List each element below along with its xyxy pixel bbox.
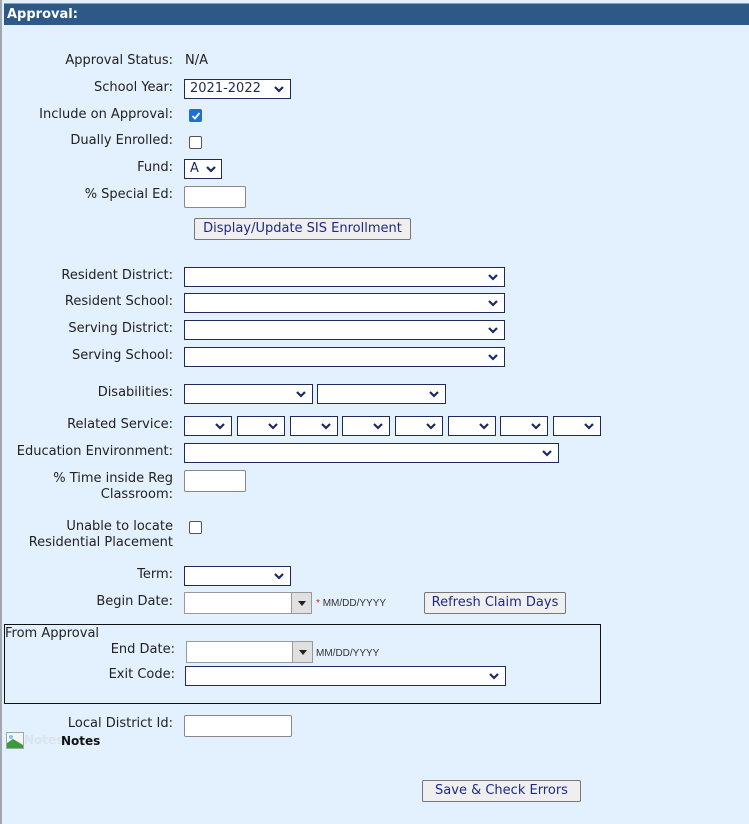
from-approval-legend: From Approval — [5, 626, 100, 641]
fund-value: A — [190, 161, 199, 176]
related-service-select-3[interactable] — [290, 416, 338, 436]
section-header: Approval: — [4, 3, 749, 25]
education-environment-label: Education Environment: — [16, 444, 173, 459]
chevron-down-icon — [274, 573, 284, 580]
disabilities-label: Disabilities: — [97, 385, 173, 400]
save-check-errors-button[interactable]: Save & Check Errors — [422, 780, 581, 802]
notes-image-alt-text: Notes — [24, 733, 64, 747]
fund-select[interactable]: A — [184, 159, 222, 179]
notes-link[interactable]: Notes — [61, 734, 100, 748]
resident-district-select[interactable] — [184, 267, 505, 287]
time-inside-reg-label-line2: Classroom: — [100, 487, 173, 502]
resident-district-label: Resident District: — [61, 268, 173, 283]
chevron-down-icon — [488, 300, 498, 307]
related-service-label: Related Service: — [67, 417, 173, 432]
disability-select-1[interactable] — [184, 384, 313, 404]
end-date-input[interactable] — [186, 641, 313, 663]
chevron-down-icon — [542, 450, 552, 457]
unable-to-locate-checkbox[interactable] — [189, 521, 202, 534]
chevron-down-icon — [373, 423, 383, 430]
broken-image-icon[interactable] — [6, 732, 24, 749]
calendar-dropdown-button[interactable] — [292, 642, 312, 662]
time-inside-reg-input[interactable] — [184, 470, 246, 492]
chevron-down-icon — [429, 391, 439, 398]
time-inside-reg-label: % Time inside Reg Classroom: — [53, 471, 173, 503]
refresh-claim-days-button[interactable]: Refresh Claim Days — [424, 592, 566, 614]
display-update-sis-enrollment-button[interactable]: Display/Update SIS Enrollment — [194, 218, 411, 240]
fund-label: Fund: — [137, 160, 173, 175]
related-service-select-4[interactable] — [342, 416, 390, 436]
related-service-select-5[interactable] — [395, 416, 443, 436]
required-asterisk: * — [316, 598, 320, 609]
unable-to-locate-label-line2: Residential Placement — [28, 535, 173, 550]
related-service-select-8[interactable] — [553, 416, 601, 436]
term-select[interactable] — [184, 566, 291, 586]
related-service-select-7[interactable] — [500, 416, 548, 436]
special-ed-input[interactable] — [184, 186, 246, 208]
disability-select-2[interactable] — [317, 384, 446, 404]
school-year-value: 2021-2022 — [190, 81, 261, 96]
begin-date-label: Begin Date: — [96, 594, 173, 609]
include-on-approval-label: Include on Approval: — [39, 107, 173, 122]
begin-date-format-hint: * MM/DD/YYYY — [316, 598, 386, 609]
special-ed-label: % Special Ed: — [84, 187, 173, 202]
resident-school-label: Resident School: — [64, 294, 173, 309]
related-service-select-6[interactable] — [448, 416, 496, 436]
chevron-down-icon — [488, 274, 498, 281]
dually-enrolled-checkbox[interactable] — [189, 136, 202, 149]
school-year-label: School Year: — [94, 80, 173, 95]
chevron-down-icon — [531, 423, 541, 430]
checkmark-icon — [191, 112, 201, 120]
calendar-dropdown-button[interactable] — [291, 593, 311, 613]
end-date-label: End Date: — [110, 642, 175, 657]
local-district-id-label: Local District Id: — [67, 716, 173, 731]
chevron-down-icon — [274, 86, 284, 93]
approval-status-label: Approval Status: — [65, 53, 173, 68]
unable-to-locate-label-line1: Unable to locate — [66, 519, 173, 534]
exit-code-select[interactable] — [185, 666, 506, 686]
serving-school-select[interactable] — [184, 347, 505, 367]
chevron-down-icon — [479, 423, 489, 430]
related-service-select-1[interactable] — [184, 416, 232, 436]
time-inside-reg-label-line1: % Time inside Reg — [53, 471, 173, 486]
local-district-id-input[interactable] — [184, 715, 292, 737]
chevron-down-icon — [584, 423, 594, 430]
exit-code-label: Exit Code: — [108, 667, 175, 682]
begin-date-format: MM/DD/YYYY — [322, 598, 387, 609]
term-label: Term: — [137, 567, 173, 582]
include-on-approval-checkbox[interactable] — [189, 109, 202, 122]
resident-school-select[interactable] — [184, 293, 505, 313]
school-year-select[interactable]: 2021-2022 — [184, 79, 291, 99]
chevron-down-icon — [215, 423, 225, 430]
page-left-border — [0, 0, 2, 824]
chevron-down-icon — [488, 327, 498, 334]
chevron-down-icon — [488, 354, 498, 361]
chevron-down-icon — [206, 166, 216, 173]
approval-status-value: N/A — [185, 53, 208, 68]
chevron-down-icon — [426, 423, 436, 430]
serving-district-select[interactable] — [184, 320, 505, 340]
chevron-down-icon — [268, 423, 278, 430]
related-service-select-2[interactable] — [237, 416, 285, 436]
begin-date-input[interactable] — [184, 592, 312, 614]
serving-school-label: Serving School: — [71, 348, 173, 363]
serving-district-label: Serving District: — [68, 321, 173, 336]
dually-enrolled-label: Dually Enrolled: — [70, 133, 173, 148]
unable-to-locate-label: Unable to locate Residential Placement — [29, 519, 173, 551]
end-date-format-hint: MM/DD/YYYY — [316, 648, 380, 659]
chevron-down-icon — [489, 673, 499, 680]
chevron-down-icon — [321, 423, 331, 430]
chevron-down-icon — [296, 391, 306, 398]
education-environment-select[interactable] — [184, 443, 559, 463]
